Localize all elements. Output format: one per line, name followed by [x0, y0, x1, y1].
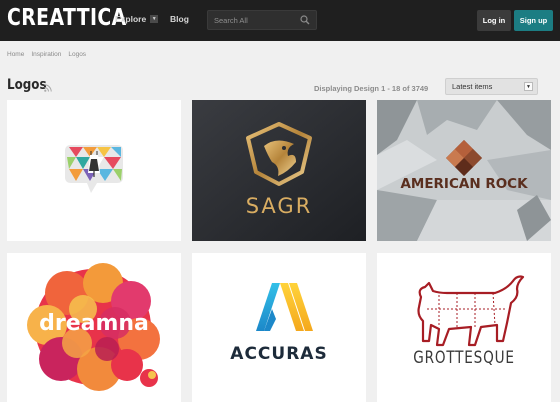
site-logo[interactable]: CREATTICA	[7, 5, 127, 31]
result-count: Displaying Design 1 - 18 of 3749	[314, 84, 429, 93]
breadcrumb-home[interactable]: Home	[7, 51, 24, 58]
search-icon[interactable]	[300, 15, 310, 25]
chevron-down-icon: ▼	[150, 15, 159, 23]
american-rock-image	[377, 100, 551, 241]
sagr-wordmark: SAGR	[245, 194, 313, 218]
rss-icon[interactable]	[44, 84, 52, 92]
grottesque-logo	[417, 275, 525, 347]
login-button[interactable]: Log in	[477, 10, 511, 31]
search-box	[207, 10, 317, 30]
gallery-item-accuras[interactable]: ACCURAS	[192, 253, 366, 402]
american-rock-wordmark: AMERICAN ROCK	[400, 176, 528, 192]
accuras-logo	[256, 283, 313, 331]
search-input[interactable]	[214, 13, 298, 27]
gallery-item-american-rock[interactable]: AMERICAN ROCK	[377, 100, 551, 241]
grottesque-wordmark: GROTTESQUE	[413, 348, 515, 368]
accuras-wordmark: ACCURAS	[230, 344, 328, 364]
breadcrumb-logos[interactable]: Logos	[68, 51, 86, 58]
nav-explore-label: Explore	[115, 14, 147, 24]
dreamna-wordmark: dreamna	[39, 311, 149, 336]
nav-blog[interactable]: Blog	[170, 14, 189, 24]
sagr-logo	[192, 100, 366, 241]
gallery-item-speech-bubble-mosaic[interactable]	[7, 100, 181, 241]
nav-explore[interactable]: Explore ▼	[115, 14, 159, 24]
top-navigation-bar: CREATTICA Explore ▼ Blog Log in Sign up	[0, 0, 560, 41]
signup-button[interactable]: Sign up	[514, 10, 553, 31]
page-title: Logos	[7, 77, 47, 93]
breadcrumb-inspiration[interactable]: Inspiration	[31, 51, 61, 58]
breadcrumb: Home Inspiration Logos	[7, 51, 86, 58]
chevron-down-icon: ▼	[524, 82, 533, 91]
gallery-item-sagr[interactable]: SAGR	[192, 100, 366, 241]
sort-selected-value: Latest items	[452, 82, 493, 91]
gallery-item-dreamna[interactable]: dreamna	[7, 253, 181, 402]
sort-select[interactable]: Latest items ▼	[445, 78, 538, 95]
speech-bubble-mosaic-logo	[65, 145, 123, 193]
gallery-item-grottesque[interactable]: GROTTESQUE	[377, 253, 551, 402]
